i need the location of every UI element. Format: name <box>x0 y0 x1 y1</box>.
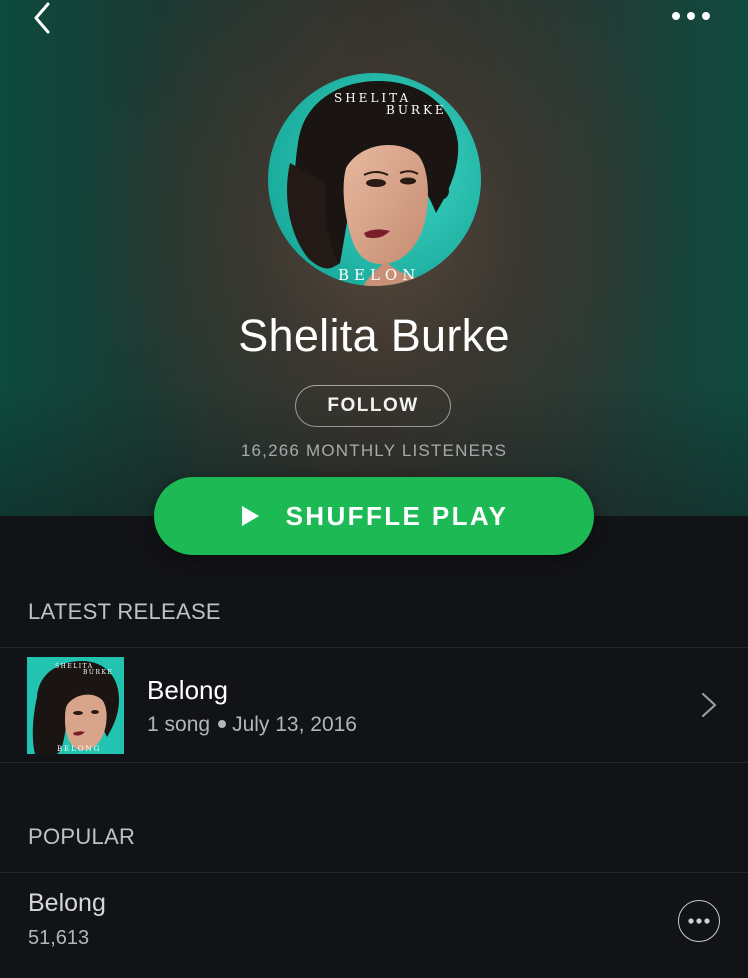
artist-page: SHELITA BURKE BELON Shelita Burke FOLLOW… <box>0 0 748 978</box>
cover-text-top-2: BURKE <box>83 669 113 676</box>
latest-release-item[interactable]: SHELITA BURKE BELONG Belong 1 song July 1… <box>0 648 748 762</box>
more-horizontal-icon <box>688 918 710 924</box>
release-cover-art: SHELITA BURKE BELONG <box>27 657 124 754</box>
more-options-button[interactable] <box>666 4 716 28</box>
latest-release-heading: LATEST RELEASE <box>28 599 221 624</box>
chevron-left-icon <box>34 2 50 34</box>
track-row[interactable]: Belong 51,613 <box>0 873 748 978</box>
shuffle-play-button[interactable]: SHUFFLE PLAY <box>154 477 594 555</box>
release-title: Belong <box>147 675 228 705</box>
chevron-right-icon <box>701 692 717 718</box>
release-date: July 13, 2016 <box>232 713 357 736</box>
release-meta: 1 song July 13, 2016 <box>147 713 357 737</box>
artist-name: Shelita Burke <box>238 310 510 361</box>
release-song-count: 1 song <box>147 713 211 736</box>
track-title: Belong <box>28 889 106 917</box>
monthly-listeners: 16,266 MONTHLY LISTENERS <box>240 441 508 460</box>
artist-avatar: SHELITA BURKE BELON <box>268 73 481 286</box>
separator-dot <box>218 719 227 728</box>
follow-button[interactable]: FOLLOW <box>295 385 451 427</box>
track-play-count: 51,613 <box>28 927 90 949</box>
shuffle-play-label: SHUFFLE PLAY <box>285 500 509 531</box>
play-icon <box>241 506 259 526</box>
avatar-text-top-2: BURKE <box>386 103 447 117</box>
more-horizontal-icon <box>672 12 710 20</box>
divider <box>0 762 748 763</box>
back-button[interactable] <box>22 0 62 36</box>
avatar-text-bottom: BELON <box>338 266 420 284</box>
artist-header: SHELITA BURKE BELON Shelita Burke FOLLOW… <box>0 0 748 516</box>
popular-heading: POPULAR <box>28 824 136 849</box>
track-more-button[interactable] <box>678 900 720 942</box>
cover-text-bottom: BELONG <box>57 745 101 753</box>
